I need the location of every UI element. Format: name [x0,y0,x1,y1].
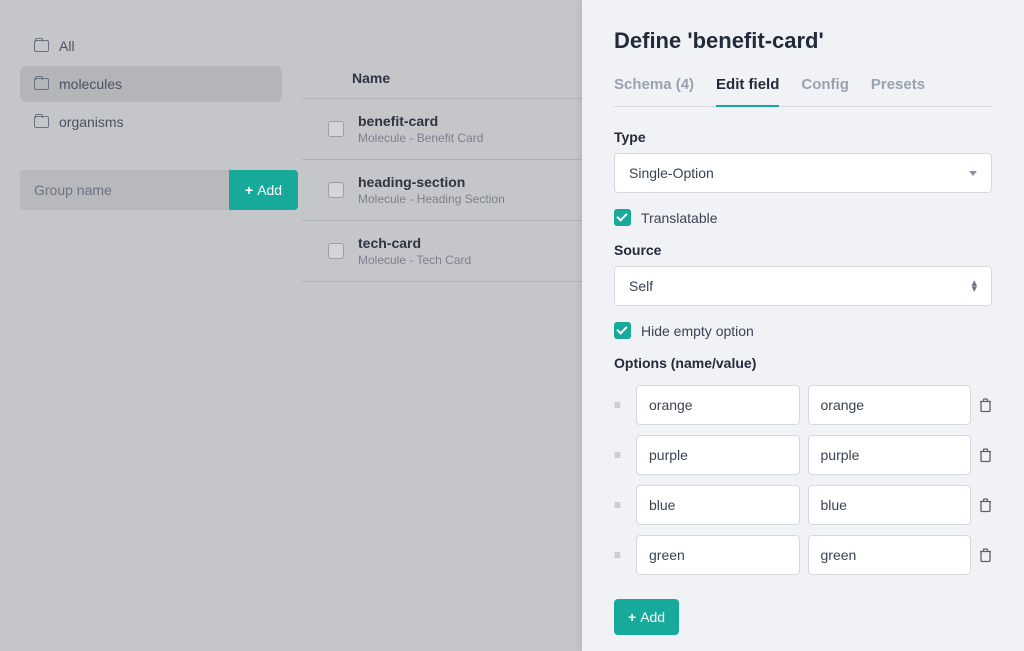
tab-presets[interactable]: Presets [871,76,925,107]
define-panel: Define 'benefit-card' Schema (4) Edit fie… [582,0,1024,651]
trash-icon[interactable] [979,448,992,463]
option-row: ≡ [614,435,992,475]
folder-icon [34,78,49,90]
trash-icon[interactable] [979,398,992,413]
trash-icon[interactable] [979,548,992,563]
type-label: Type [614,129,992,145]
row-subtitle: Molecule - Heading Section [358,192,505,206]
row-subtitle: Molecule - Tech Card [358,253,471,267]
translatable-label: Translatable [641,210,718,226]
table-row[interactable]: benefit-card Molecule - Benefit Card [302,99,582,160]
add-group-label: Add [257,182,282,198]
row-title: benefit-card [358,113,483,129]
hide-empty-label: Hide empty option [641,323,754,339]
component-table: Name benefit-card Molecule - Benefit Card… [302,0,582,651]
table-row[interactable]: tech-card Molecule - Tech Card [302,221,582,282]
sidebar-item-label: molecules [59,76,122,92]
sidebar: All molecules organisms + Add [0,0,302,651]
row-subtitle: Molecule - Benefit Card [358,131,483,145]
updown-icon: ▴▾ [971,280,977,292]
tab-schema-4-[interactable]: Schema (4) [614,76,694,107]
chevron-down-icon [969,171,977,176]
option-value-input[interactable] [808,435,972,475]
row-checkbox[interactable] [328,243,344,259]
option-name-input[interactable] [636,485,800,525]
sidebar-item-label: organisms [59,114,124,130]
plus-icon: + [628,609,636,625]
check-icon [614,322,631,339]
sidebar-item-molecules[interactable]: molecules [20,66,282,102]
type-select[interactable]: Single-Option [614,153,992,193]
add-option-button[interactable]: + Add [614,599,679,635]
panel-tabs: Schema (4) Edit field Config Presets [614,76,992,107]
folder-icon [34,40,49,52]
options-label: Options (name/value) [614,355,992,371]
option-name-input[interactable] [636,535,800,575]
option-value-input[interactable] [808,385,972,425]
tab-config[interactable]: Config [801,76,848,107]
option-value-input[interactable] [808,485,972,525]
sidebar-item-organisms[interactable]: organisms [20,104,282,140]
row-title: heading-section [358,174,505,190]
hide-empty-checkbox-row[interactable]: Hide empty option [614,322,992,339]
type-value: Single-Option [629,165,714,181]
table-row[interactable]: heading-section Molecule - Heading Sectio… [302,160,582,221]
row-checkbox[interactable] [328,182,344,198]
drag-handle-icon[interactable]: ≡ [614,398,628,412]
group-input-row: + Add [20,170,282,210]
source-select[interactable]: Self ▴▾ [614,266,992,306]
tab-edit-field[interactable]: Edit field [716,76,779,107]
sidebar-item-all[interactable]: All [20,28,282,64]
row-checkbox[interactable] [328,121,344,137]
trash-icon[interactable] [979,498,992,513]
drag-handle-icon[interactable]: ≡ [614,448,628,462]
table-header-name: Name [302,58,582,99]
option-row: ≡ [614,535,992,575]
panel-title: Define 'benefit-card' [614,28,992,54]
option-name-input[interactable] [636,385,800,425]
option-row: ≡ [614,385,992,425]
check-icon [614,209,631,226]
add-group-button[interactable]: + Add [229,170,298,210]
option-name-input[interactable] [636,435,800,475]
row-title: tech-card [358,235,471,251]
drag-handle-icon[interactable]: ≡ [614,548,628,562]
sidebar-item-label: All [59,38,75,54]
source-label: Source [614,242,992,258]
plus-icon: + [245,182,253,198]
source-value: Self [629,278,653,294]
option-row: ≡ [614,485,992,525]
folder-icon [34,116,49,128]
add-option-label: Add [640,609,665,625]
translatable-checkbox-row[interactable]: Translatable [614,209,992,226]
drag-handle-icon[interactable]: ≡ [614,498,628,512]
group-name-input[interactable] [20,170,229,210]
option-value-input[interactable] [808,535,972,575]
